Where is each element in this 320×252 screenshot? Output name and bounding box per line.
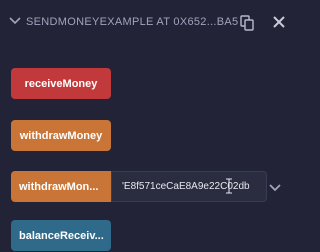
close-icon[interactable]: [272, 15, 286, 29]
receive-money-button[interactable]: receiveMoney: [11, 68, 111, 99]
text-cursor-icon: [226, 178, 232, 194]
chevron-down-icon[interactable]: [268, 180, 282, 192]
balance-received-button[interactable]: balanceReceiv...: [11, 220, 111, 251]
withdraw-to-address-input[interactable]: [112, 172, 266, 201]
withdraw-to-address-field[interactable]: [111, 171, 267, 202]
contract-instance-panel: SENDMONEYEXAMPLE AT 0X652...BA5 receiveM…: [0, 0, 306, 252]
withdraw-money-button[interactable]: withdrawMoney: [11, 120, 111, 151]
contract-header: SENDMONEYEXAMPLE AT 0X652...BA5: [0, 0, 306, 44]
withdraw-money-to-button[interactable]: withdrawMon...: [11, 171, 111, 202]
copy-icon[interactable]: [240, 15, 254, 31]
chevron-down-icon[interactable]: [8, 14, 22, 28]
contract-title: SENDMONEYEXAMPLE AT 0X652...BA5: [26, 16, 239, 28]
